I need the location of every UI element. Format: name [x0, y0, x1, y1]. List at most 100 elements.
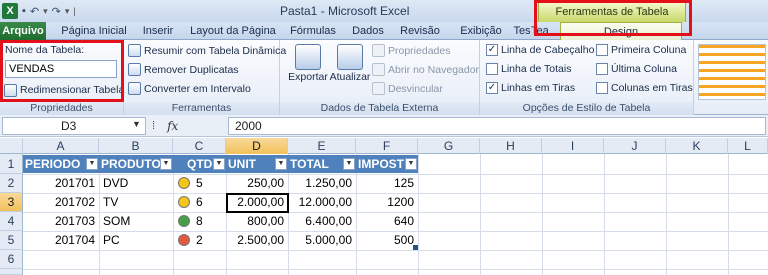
- table-header-cell[interactable]: TOTAL ▼: [288, 155, 356, 173]
- row-header-6[interactable]: 6: [0, 250, 23, 269]
- filter-dropdown-icon[interactable]: ▼: [405, 158, 417, 170]
- tab-page-layout[interactable]: Layout da Página: [186, 22, 280, 40]
- column-header-i[interactable]: I: [542, 138, 604, 154]
- column-header-j[interactable]: J: [604, 138, 666, 154]
- cell-qtd[interactable]: 6: [192, 193, 226, 211]
- table-styles-gallery[interactable]: [698, 44, 766, 100]
- tab-test[interactable]: Tes: [513, 22, 531, 40]
- redo-dropdown-icon[interactable]: ▾: [65, 6, 70, 17]
- cell-imposto[interactable]: 1200: [356, 193, 418, 211]
- name-box-dropdown-icon[interactable]: ▼: [132, 119, 141, 129]
- column-header-h[interactable]: H: [480, 138, 542, 154]
- column-header-g[interactable]: G: [418, 138, 480, 154]
- refresh-icon: [337, 44, 363, 70]
- banded-rows-checkbox[interactable]: ✓ Linhas em Tiras: [486, 82, 575, 94]
- formula-buttons: ⁞ fx: [148, 117, 228, 135]
- export-button[interactable]: Exportar: [286, 44, 330, 83]
- table-header-cell[interactable]: IMPOST ▼: [356, 155, 418, 173]
- column-header-b[interactable]: B: [99, 138, 173, 154]
- cell-produto[interactable]: PC: [99, 231, 173, 249]
- formula-input[interactable]: 2000: [228, 117, 766, 135]
- total-row-checkbox[interactable]: Linha de Totais: [486, 63, 571, 75]
- column-header-a[interactable]: A: [23, 138, 99, 154]
- filter-dropdown-icon[interactable]: ▼: [213, 158, 225, 170]
- cell-qtd[interactable]: 5: [192, 174, 226, 192]
- cell-total[interactable]: 1.250,00: [288, 174, 356, 192]
- tab-data[interactable]: Dados: [348, 22, 388, 40]
- cell-qtd[interactable]: 8: [192, 212, 226, 230]
- remove-duplicates-button[interactable]: Remover Duplicatas: [128, 63, 239, 76]
- banded-rows-check-icon: ✓: [486, 82, 498, 94]
- header-row-checkbox[interactable]: ✓ Linha de Cabeçalho: [486, 44, 594, 56]
- active-cell-selection[interactable]: [226, 193, 289, 213]
- undo-icon[interactable]: ↶: [30, 5, 39, 18]
- table-resize-handle[interactable]: [413, 245, 418, 250]
- convert-range-label: Converter em Intervalo: [144, 82, 251, 95]
- banded-columns-checkbox[interactable]: Colunas em Tiras: [596, 82, 693, 94]
- cell-periodo[interactable]: 201701: [23, 174, 99, 192]
- cell-produto[interactable]: DVD: [99, 174, 173, 192]
- row-header-2[interactable]: 2: [0, 174, 23, 193]
- table-header-cell[interactable]: PERIODO ▼: [23, 155, 99, 173]
- cell-total[interactable]: 6.400,00: [288, 212, 356, 230]
- cell-qtd[interactable]: 2: [192, 231, 226, 249]
- tab-formulas[interactable]: Fórmulas: [285, 22, 341, 40]
- table-header-cell[interactable]: QTD ▼: [173, 155, 226, 173]
- unlink-button[interactable]: Desvincular: [372, 82, 443, 95]
- last-column-checkbox[interactable]: Última Coluna: [596, 63, 677, 75]
- tab-home[interactable]: Página Inicial: [52, 22, 136, 40]
- header-periodo: PERIODO: [25, 157, 81, 171]
- column-header-k[interactable]: K: [666, 138, 728, 154]
- insert-function-icon[interactable]: fx: [167, 119, 178, 133]
- gridline: [480, 154, 481, 275]
- pivot-summarize-button[interactable]: Resumir com Tabela Dinâmica: [128, 44, 286, 57]
- header-row-check-icon: ✓: [486, 44, 498, 56]
- tab-insert[interactable]: Inserir: [136, 22, 180, 40]
- filter-dropdown-icon[interactable]: ▼: [86, 158, 98, 170]
- name-box[interactable]: D3: [2, 117, 146, 135]
- filter-dropdown-icon[interactable]: ▼: [343, 158, 355, 170]
- redo-icon[interactable]: ↷: [52, 5, 61, 18]
- open-in-browser-button[interactable]: Abrir no Navegador: [372, 63, 479, 76]
- filter-dropdown-icon[interactable]: ▼: [160, 158, 172, 170]
- refresh-button[interactable]: Atualizar: [328, 44, 372, 83]
- row-header-3[interactable]: 3: [0, 193, 23, 212]
- column-header-e[interactable]: E: [288, 138, 356, 154]
- cell-imposto[interactable]: 500: [356, 231, 418, 249]
- cell-total[interactable]: 5.000,00: [288, 231, 356, 249]
- cell-imposto[interactable]: 125: [356, 174, 418, 192]
- column-header-d[interactable]: D: [226, 138, 288, 154]
- first-column-checkbox[interactable]: Primeira Coluna: [596, 44, 686, 56]
- convert-range-button[interactable]: Converter em Intervalo: [128, 82, 251, 95]
- save-icon[interactable]: ▪: [22, 5, 26, 17]
- row-header-4[interactable]: 4: [0, 212, 23, 231]
- cell-imposto[interactable]: 640: [356, 212, 418, 230]
- filter-dropdown-icon[interactable]: ▼: [275, 158, 287, 170]
- tab-review[interactable]: Revisão: [394, 22, 446, 40]
- cell-periodo[interactable]: 201703: [23, 212, 99, 230]
- tab-view[interactable]: Exibição: [455, 22, 507, 40]
- external-properties-button[interactable]: Propriedades: [372, 44, 450, 57]
- cell-total[interactable]: 12.000,00: [288, 193, 356, 211]
- excel-logo-icon[interactable]: X: [2, 3, 18, 19]
- select-all-corner[interactable]: [0, 138, 23, 154]
- column-header-l[interactable]: L: [728, 138, 768, 154]
- cell-unit[interactable]: 800,00: [226, 212, 288, 230]
- undo-dropdown-icon[interactable]: ▾: [43, 6, 48, 17]
- table-header-cell[interactable]: PRODUTO ▼: [99, 155, 173, 173]
- cell-unit[interactable]: 250,00: [226, 174, 288, 192]
- row-header-5[interactable]: 5: [0, 231, 23, 250]
- cell-produto[interactable]: TV: [99, 193, 173, 211]
- remove-duplicates-icon: [128, 63, 141, 76]
- cell-periodo[interactable]: 201702: [23, 193, 99, 211]
- column-header-c[interactable]: C: [173, 138, 226, 154]
- external-properties-label: Propriedades: [388, 44, 451, 57]
- cell-unit[interactable]: 2.500,00: [226, 231, 288, 249]
- column-header-f[interactable]: F: [356, 138, 418, 154]
- tab-file[interactable]: Arquivo: [0, 22, 46, 40]
- cell-periodo[interactable]: 201704: [23, 231, 99, 249]
- row-header-1[interactable]: 1: [0, 154, 23, 174]
- cell-produto[interactable]: SOM: [99, 212, 173, 230]
- table-header-cell[interactable]: UNIT ▼: [226, 155, 288, 173]
- row-header-7[interactable]: [0, 269, 23, 275]
